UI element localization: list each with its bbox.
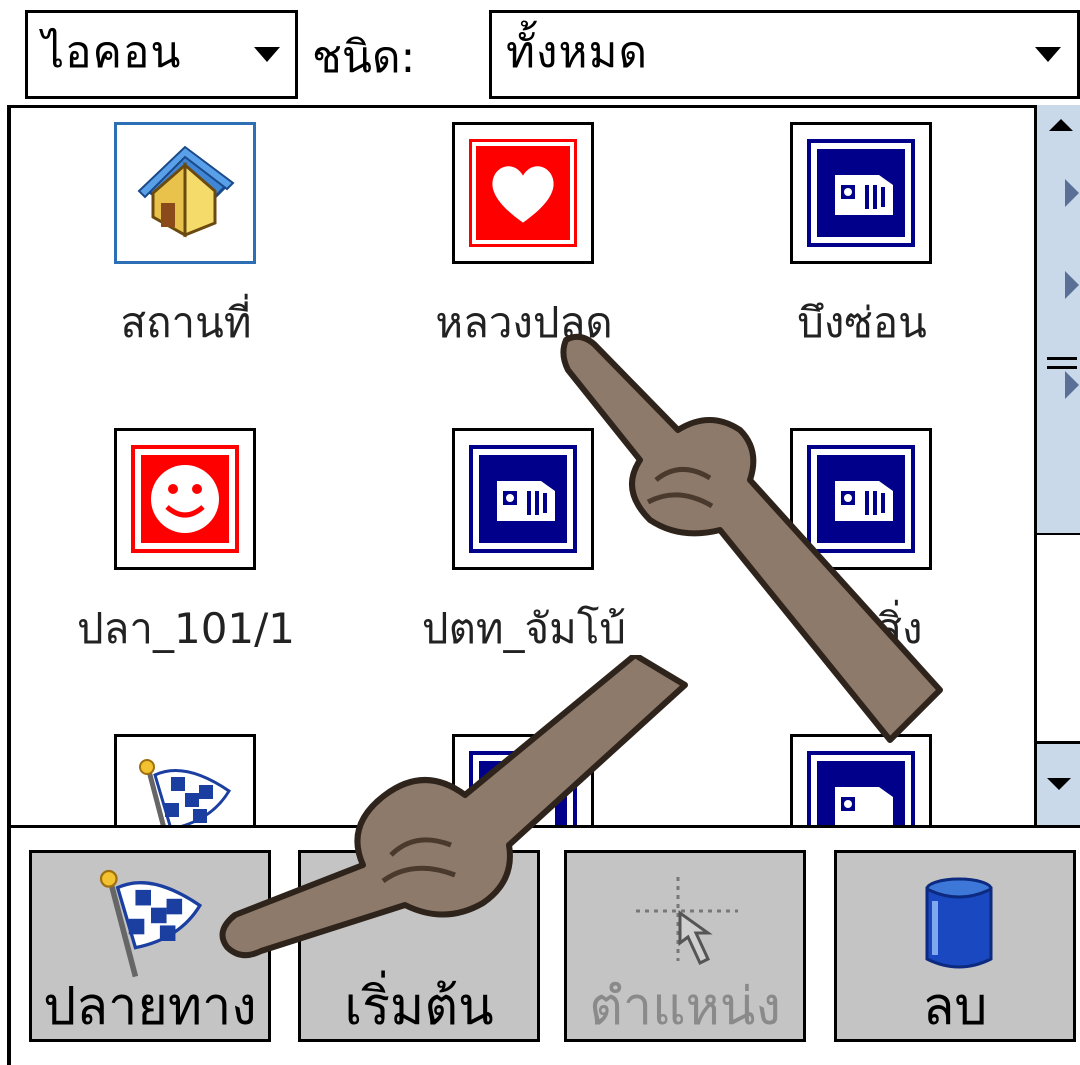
camera-icon [469, 751, 577, 828]
trash-bin-icon [925, 877, 993, 969]
filter-bar: ไอคอน ชนิด: ทั้งหมด [0, 0, 1080, 108]
type-label: ชนิด: [312, 32, 416, 83]
camera-icon [807, 445, 915, 553]
destination-button[interactable]: ปลายทาง [29, 850, 271, 1042]
camera-icon [807, 751, 915, 828]
bottom-toolbar: ปลายทาง เริ่มต้น ตำแหน่ง ลบ [7, 825, 1080, 1065]
chevron-right-icon [1065, 271, 1079, 299]
grip-icon [1047, 357, 1077, 369]
item-label: บึงซ่อน [797, 298, 927, 347]
vertical-scrollbar[interactable] [1034, 105, 1080, 828]
chevron-right-icon [1065, 371, 1079, 399]
chevron-down-icon [1035, 47, 1061, 62]
item-label: ร้านสิ่ง [801, 604, 923, 653]
scroll-up-button[interactable] [1037, 105, 1080, 145]
chevron-right-icon [1065, 179, 1079, 207]
chevron-up-icon [1049, 119, 1073, 131]
view-dropdown-value: ไอคอน [42, 27, 182, 78]
chevron-down-icon [254, 47, 280, 62]
heart-tile [469, 139, 577, 247]
smiley-icon [131, 445, 239, 553]
list-item[interactable] [114, 428, 256, 570]
item-label: ปตท_จัมโบ้ [421, 604, 627, 653]
list-item[interactable] [790, 428, 932, 570]
list-item[interactable] [452, 428, 594, 570]
start-button-label: เริ่มต้น [344, 977, 494, 1037]
list-item[interactable] [452, 122, 594, 264]
chevron-down-icon [1047, 778, 1071, 790]
house-icon [137, 145, 235, 238]
scroll-thumb[interactable] [1037, 145, 1080, 535]
crosshair-cursor-icon [636, 877, 738, 966]
position-button[interactable]: ตำแหน่ง [564, 850, 806, 1042]
camera-icon [469, 445, 577, 553]
item-label: หลวงปลด [435, 298, 613, 347]
delete-button-label: ลบ [922, 977, 988, 1037]
destination-button-label: ปลายทาง [43, 977, 257, 1037]
heart-icon [476, 146, 570, 240]
list-item[interactable] [114, 734, 256, 828]
view-dropdown[interactable]: ไอคอน [25, 10, 298, 99]
icon-list: สถานที่ หลวงปลด บึงซ่อน ปลา_101/1 ปตท_จั… [7, 105, 1037, 828]
scroll-down-button[interactable] [1037, 741, 1080, 828]
position-button-label: ตำแหน่ง [589, 977, 781, 1037]
list-item[interactable] [790, 122, 932, 264]
type-dropdown-value: ทั้งหมด [506, 27, 649, 78]
delete-button[interactable]: ลบ [834, 850, 1076, 1042]
start-button[interactable]: เริ่มต้น [298, 850, 540, 1042]
list-item[interactable] [114, 122, 256, 264]
camera-icon [807, 139, 915, 247]
list-item[interactable] [452, 734, 594, 828]
checkered-flag-icon [99, 869, 203, 978]
item-label: ปลา_101/1 [76, 604, 296, 653]
checkered-flag-icon [139, 759, 232, 828]
list-item[interactable] [790, 734, 932, 828]
item-label: สถานที่ [120, 298, 252, 347]
type-dropdown[interactable]: ทั้งหมด [489, 10, 1080, 99]
